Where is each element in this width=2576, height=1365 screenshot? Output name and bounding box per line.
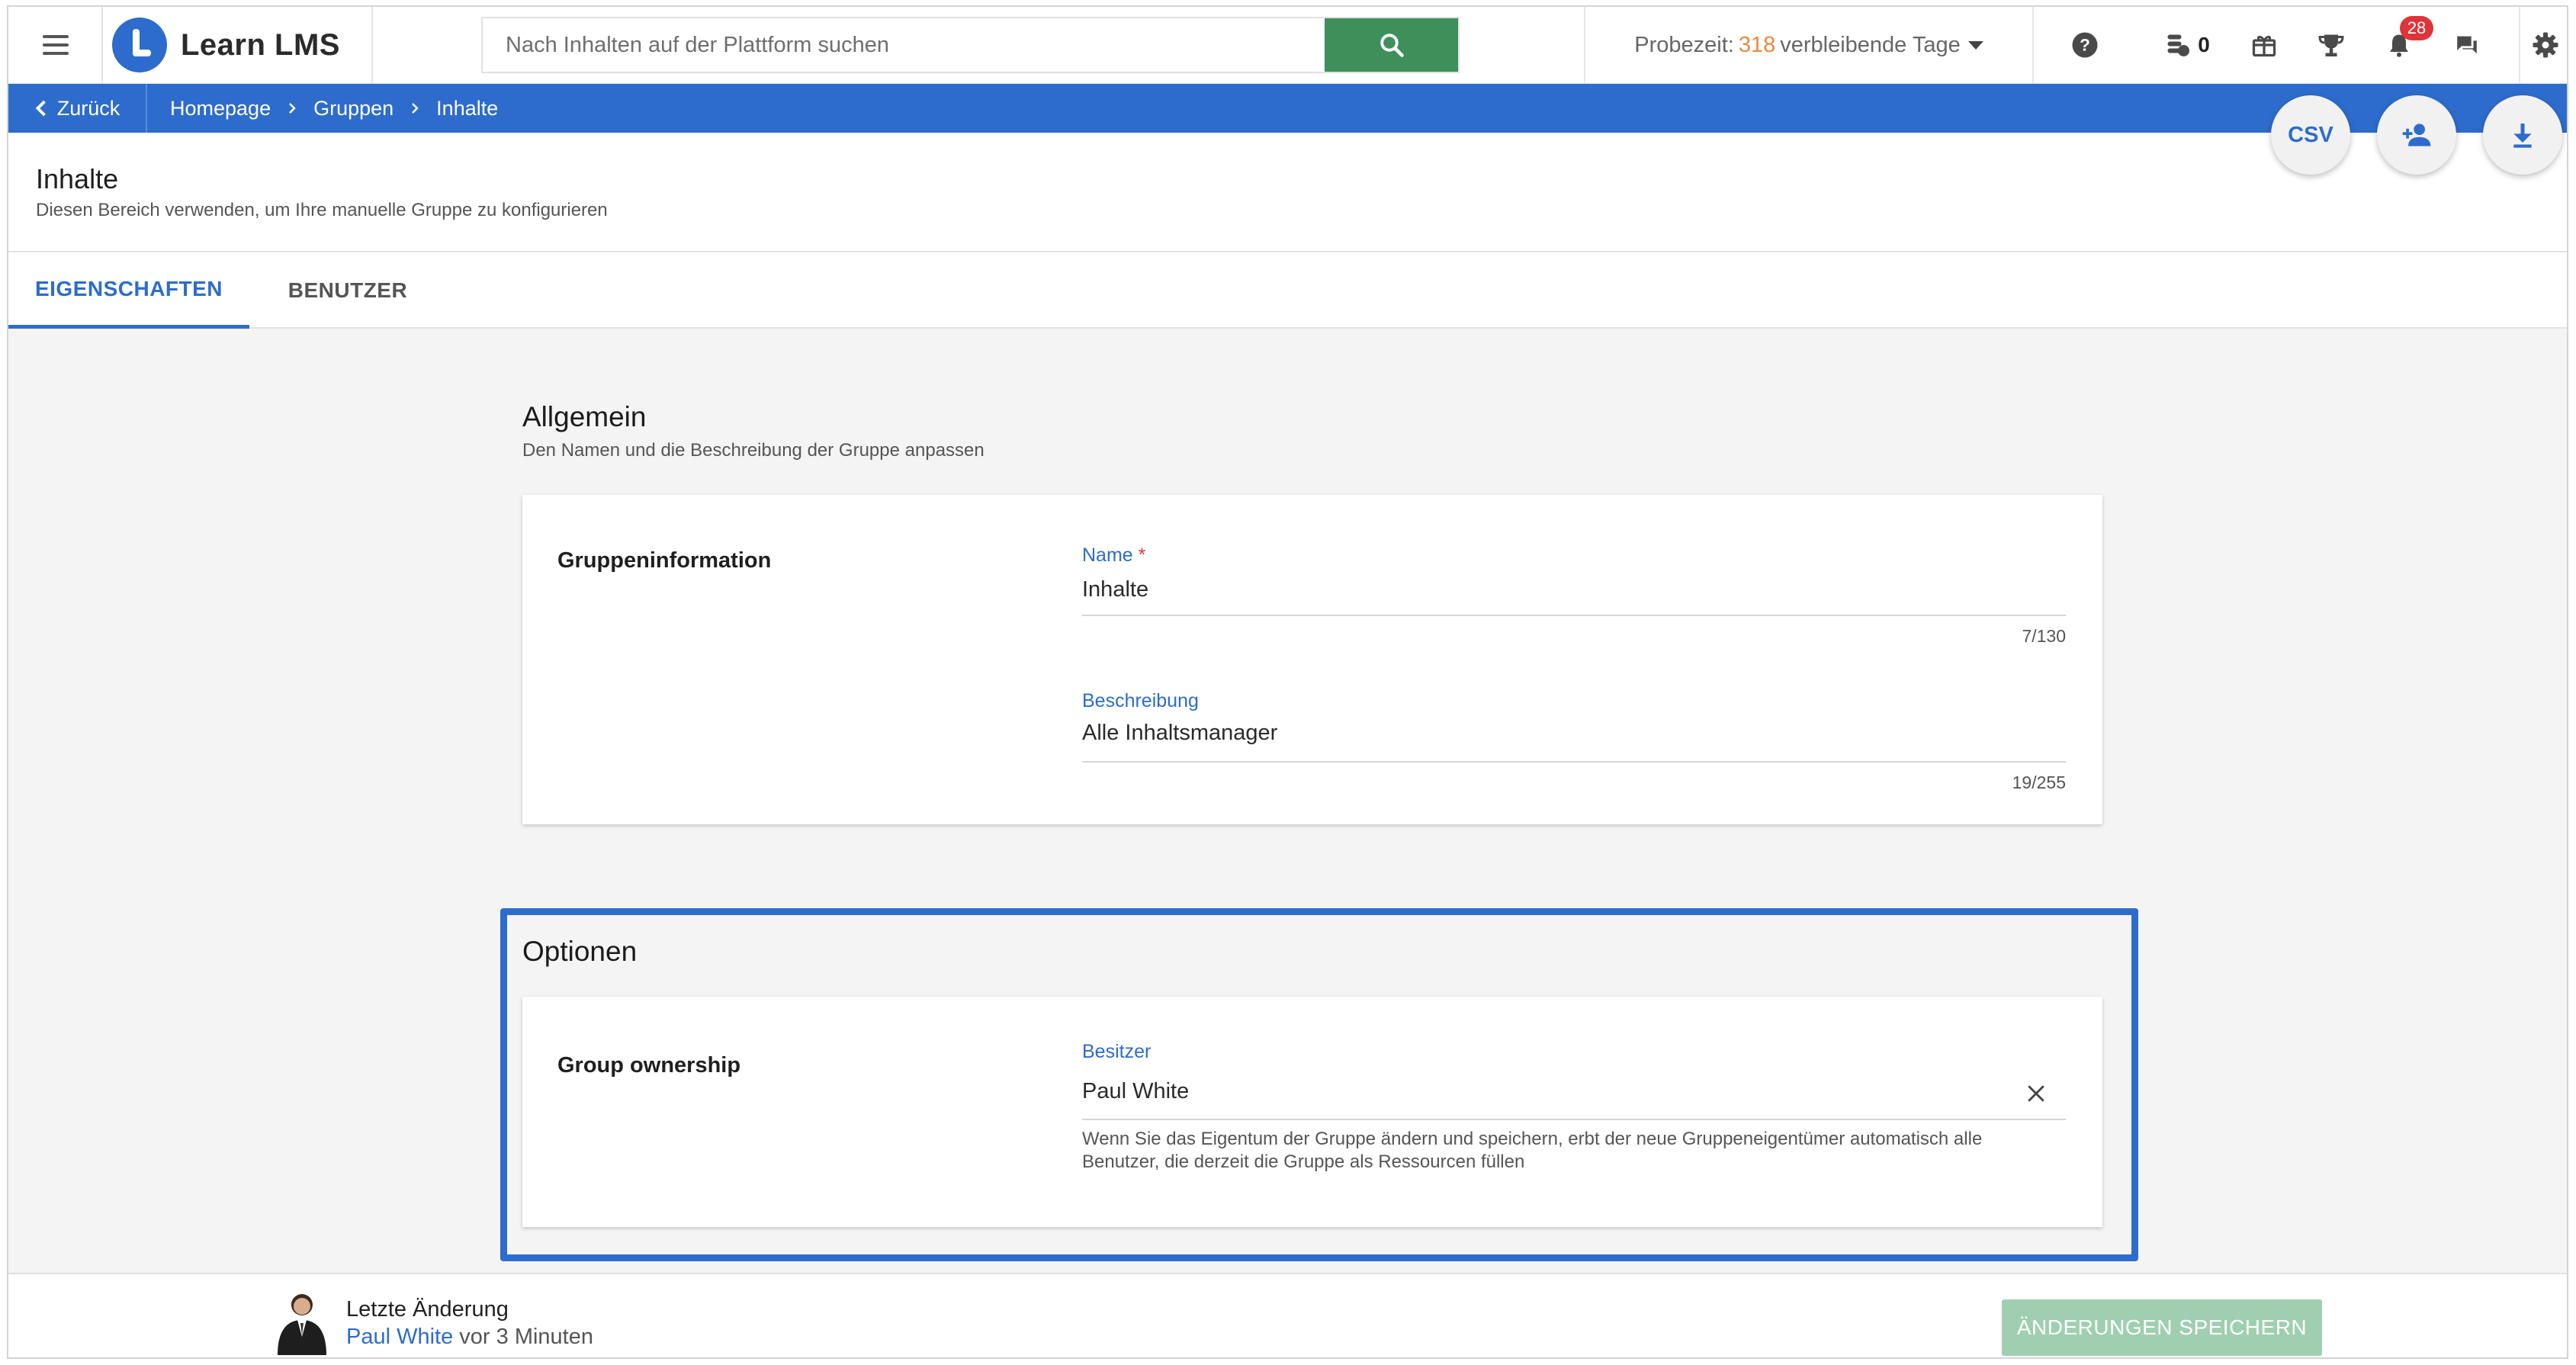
download-icon	[2513, 124, 2532, 148]
close-icon	[2028, 1085, 2044, 1102]
clear-owner-button[interactable]	[2023, 1081, 2049, 1106]
coins-icon	[2167, 34, 2190, 56]
help-button[interactable]: ?	[2052, 7, 2118, 83]
trial-prefix: Probezeit:	[1634, 32, 1734, 57]
footer-bar: Letzte Änderung Paul White vor 3 Minuten…	[8, 1273, 2567, 1357]
search-icon	[1380, 34, 1404, 57]
tab-bar: EIGENSCHAFTEN BENUTZER	[8, 252, 2567, 329]
breadcrumb-bar: Zurück Homepage Gruppen Inhalte	[8, 84, 2567, 133]
svg-text:?: ?	[2080, 36, 2090, 55]
add-user-button[interactable]	[2377, 95, 2456, 175]
hamburger-menu-icon[interactable]	[25, 24, 86, 66]
group-ownership-card: Group ownership Besitzer Paul White Wenn…	[522, 997, 2102, 1227]
search-button[interactable]	[1325, 18, 1458, 72]
csv-export-button[interactable]: CSV	[2271, 95, 2350, 175]
gift-button[interactable]	[2234, 7, 2295, 83]
trophy-icon	[2318, 34, 2344, 56]
card-label-group-ownership: Group ownership	[557, 1053, 741, 1078]
trial-days: 318	[1738, 32, 1776, 57]
breadcrumb-current: Inhalte	[436, 96, 499, 120]
app-window: Learn LMS Probezeit: 318 verbleibende Ta…	[7, 5, 2568, 1359]
download-button[interactable]	[2483, 95, 2562, 175]
help-icon: ?	[2072, 32, 2098, 58]
chevron-right-icon	[410, 101, 419, 116]
trial-suffix: verbleibende Tage	[1780, 32, 1961, 57]
back-button[interactable]: Zurück	[8, 84, 147, 133]
name-field-underline	[1082, 615, 2066, 616]
search-bar	[481, 17, 1460, 73]
chevron-right-icon	[287, 101, 297, 116]
coins-button[interactable]: 0	[2153, 7, 2221, 83]
caret-down-icon	[1967, 40, 1983, 50]
owner-field-underline	[1082, 1119, 2066, 1120]
description-field[interactable]: Alle Inhaltsmanager	[1082, 721, 1277, 746]
app-logo[interactable]: Learn LMS	[101, 7, 373, 83]
notification-count-badge: 28	[2400, 16, 2433, 40]
section-title-general: Allgemein	[522, 401, 647, 432]
back-label: Zurück	[56, 96, 120, 120]
description-field-underline	[1082, 761, 2066, 763]
last-change-time: vor 3 Minuten	[459, 1325, 593, 1349]
breadcrumb-homepage[interactable]: Homepage	[170, 97, 271, 120]
search-input[interactable]	[483, 18, 1325, 72]
notifications-button[interactable]: 28	[2366, 7, 2433, 83]
description-char-counter: 19/255	[2012, 772, 2066, 792]
owner-help-line-1: Wenn Sie das Eigentum der Gruppe ändern …	[1082, 1129, 1983, 1149]
owner-help-line-2: Benutzer, die derzeit die Gruppe als Res…	[1082, 1151, 1525, 1172]
logo-icon	[112, 18, 167, 72]
breadcrumb: Homepage Gruppen Inhalte	[170, 84, 498, 133]
name-field-label: Name *	[1082, 544, 1145, 567]
gear-icon	[2533, 32, 2558, 58]
group-info-card: Gruppeninformation Name * Inhalte 7/130 …	[522, 495, 2102, 824]
app-name: Learn LMS	[181, 27, 340, 62]
gift-icon	[2252, 36, 2276, 57]
required-mark: *	[1138, 544, 1146, 566]
section-title-options: Optionen	[522, 936, 638, 967]
name-label-text: Name	[1082, 544, 1133, 566]
last-change-user-link[interactable]: Paul White	[346, 1325, 453, 1349]
page-title: Inhalte	[36, 163, 119, 194]
name-char-counter: 7/130	[2022, 626, 2066, 646]
add-user-icon	[2402, 124, 2431, 146]
avatar	[278, 1294, 326, 1355]
top-bar: Learn LMS Probezeit: 318 verbleibende Ta…	[8, 7, 2567, 84]
owner-field[interactable]: Paul White	[1082, 1079, 1189, 1104]
settings-button[interactable]	[2519, 7, 2567, 83]
owner-help-text: Wenn Sie das Eigentum der Gruppe ändern …	[1082, 1128, 2073, 1174]
last-change-meta: Paul White vor 3 Minuten	[346, 1325, 593, 1350]
page-header: Inhalte Diesen Bereich verwenden, um Ihr…	[8, 133, 2567, 252]
name-field[interactable]: Inhalte	[1082, 577, 1148, 602]
last-change-title: Letzte Änderung	[346, 1297, 509, 1322]
tab-benutzer[interactable]: BENUTZER	[260, 252, 435, 329]
page-subtitle: Diesen Bereich verwenden, um Ihre manuel…	[36, 200, 608, 220]
tab-eigenschaften[interactable]: EIGENSCHAFTEN	[8, 252, 249, 329]
trial-dropdown[interactable]: Probezeit: 318 verbleibende Tage	[1584, 7, 2034, 83]
owner-field-label: Besitzer	[1082, 1041, 1151, 1062]
section-subtitle-general: Den Namen und die Beschreibung der Grupp…	[522, 440, 984, 461]
description-field-label: Beschreibung	[1082, 690, 1199, 711]
csv-label: CSV	[2288, 122, 2333, 147]
save-changes-button[interactable]: ÄNDERUNGEN SPEICHERN	[2002, 1299, 2322, 1356]
coins-count: 0	[2198, 33, 2210, 56]
messages-button[interactable]	[2436, 7, 2497, 83]
breadcrumb-gruppen[interactable]: Gruppen	[313, 97, 393, 120]
chevron-left-icon	[35, 100, 46, 117]
trophy-button[interactable]	[2301, 7, 2362, 83]
chat-icon	[2457, 36, 2477, 54]
card-label-group-info: Gruppeninformation	[557, 548, 772, 573]
